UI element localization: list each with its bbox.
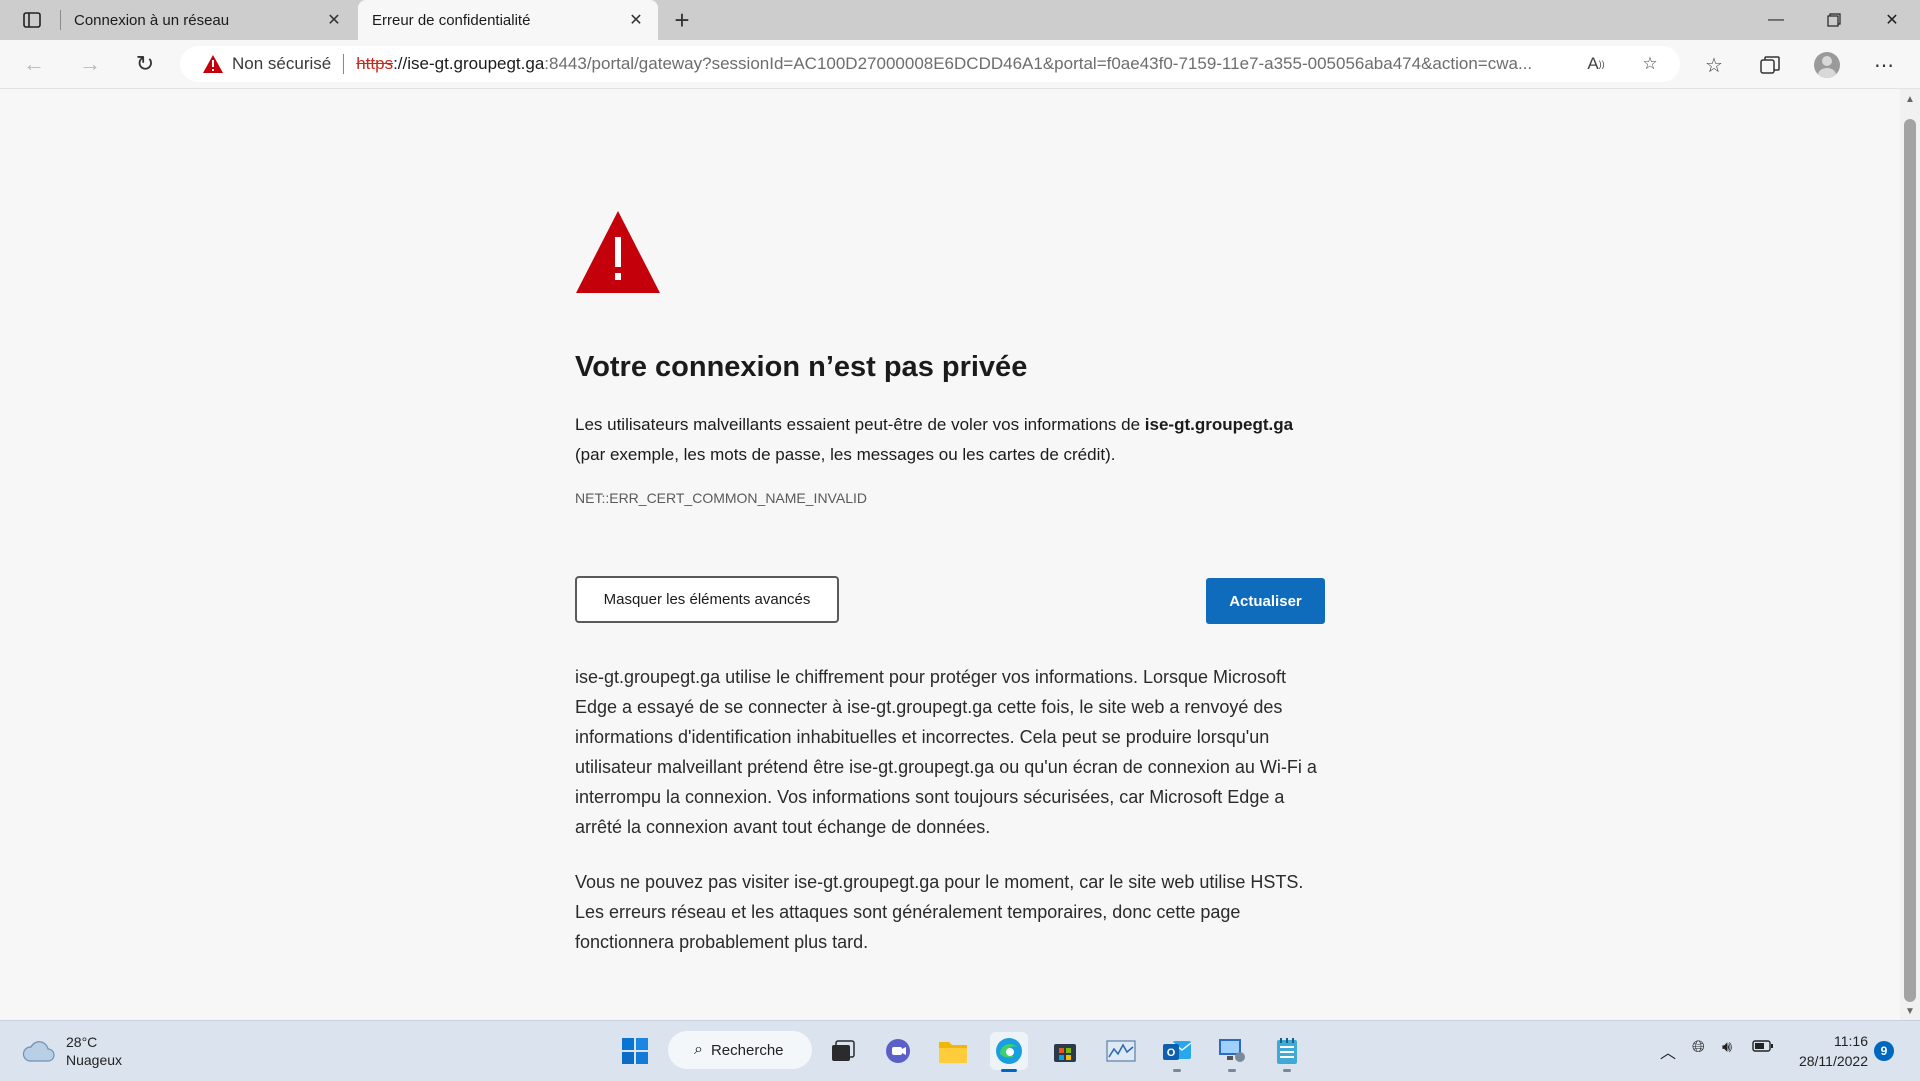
description-text: Les utilisateurs malveillants essaient p… (575, 415, 1145, 434)
page-content: Votre connexion n’est pas privée Les uti… (0, 89, 1900, 1020)
read-aloud-icon[interactable]: A)) (1584, 52, 1608, 76)
url-separator: :// (393, 54, 408, 73)
chat-icon[interactable] (879, 1032, 917, 1070)
tab-title: Erreur de confidentialité (372, 11, 531, 29)
chevron-up-icon[interactable]: ︿ (1660, 1039, 1676, 1063)
performance-monitor-icon[interactable] (1102, 1032, 1140, 1070)
tab-title: Connexion à un réseau (74, 11, 230, 29)
close-icon[interactable]: ✕ (626, 10, 646, 30)
notepad-icon[interactable] (1268, 1032, 1306, 1072)
url-text[interactable]: https://ise-gt.groupegt.ga:8443/portal/g… (356, 54, 1532, 74)
cloud-icon (22, 1041, 55, 1062)
minimize-icon[interactable]: — (1748, 0, 1804, 40)
weather-temp: 28°C (66, 1034, 98, 1050)
more-menu-icon[interactable]: ⋯ (1870, 52, 1898, 78)
search-icon: ⌕ (694, 1041, 703, 1058)
running-indicator (1283, 1069, 1291, 1072)
remote-desktop-icon[interactable] (1213, 1032, 1251, 1072)
add-favorite-icon[interactable]: ☆ (1638, 52, 1662, 76)
notification-badge[interactable]: 9 (1874, 1041, 1894, 1061)
globe-icon[interactable]: 🌐︎ (1692, 1039, 1705, 1057)
weather-widget[interactable]: 28°C Nuageux (22, 1033, 122, 1069)
edge-icon[interactable] (990, 1032, 1028, 1072)
tab-strip: Connexion à un réseau ✕ Erreur de confid… (0, 0, 1920, 40)
running-indicator (1173, 1069, 1181, 1072)
taskbar: 28°C Nuageux ⌕ Recherche O ︿ 🌐︎ 🔊︎ 11:16… (0, 1020, 1920, 1081)
restore-icon[interactable] (1806, 0, 1862, 40)
back-icon[interactable]: ← (16, 48, 52, 80)
profile-avatar[interactable] (1814, 52, 1840, 78)
advanced-details-paragraph: ise-gt.groupegt.ga utilise le chiffremen… (575, 667, 1317, 837)
new-tab-icon[interactable]: + (668, 5, 696, 35)
address-bar[interactable]: Non sécurisé https://ise-gt.groupegt.ga:… (180, 46, 1680, 82)
tab-erreur-confidentialite[interactable]: Erreur de confidentialité ✕ (358, 0, 658, 40)
close-icon[interactable]: ✕ (324, 10, 344, 30)
scrollbar-thumb[interactable] (1904, 119, 1916, 1002)
error-code[interactable]: NET::ERR_CERT_COMMON_NAME_INVALID (575, 490, 867, 506)
scrollbar[interactable]: ▲ ▼ (1900, 89, 1920, 1020)
description-text-end: (par exemple, les mots de passe, les mes… (575, 445, 1116, 464)
weather-desc: Nuageux (66, 1052, 123, 1068)
hsts-paragraph: Vous ne pouvez pas visiter ise-gt.groupe… (575, 872, 1304, 952)
refresh-button[interactable]: Actualiser (1206, 578, 1325, 624)
collections-icon[interactable] (1756, 52, 1784, 78)
battery-icon[interactable] (1752, 1039, 1774, 1058)
not-secure-label[interactable]: Non sécurisé (232, 54, 331, 74)
url-scheme: https (356, 54, 394, 73)
url-host: ise-gt.groupegt.ga (407, 54, 545, 73)
hide-advanced-button[interactable]: Masquer les éléments avancés (575, 576, 839, 623)
svg-text:O: O (1167, 1047, 1176, 1059)
browser-toolbar: ← → ↻ Non sécurisé https://ise-gt.groupe… (0, 40, 1920, 89)
close-window-icon[interactable]: ✕ (1864, 0, 1920, 40)
store-icon[interactable] (1046, 1032, 1084, 1070)
divider (343, 54, 345, 74)
forward-icon[interactable]: → (72, 48, 108, 80)
volume-icon[interactable]: 🔊︎ (1722, 1039, 1732, 1057)
large-warning-icon (576, 211, 660, 293)
search-label: Recherche (710, 1041, 784, 1059)
page-title: Votre connexion n’est pas privée (575, 351, 1028, 383)
site-host: ise-gt.groupegt.ga (1144, 415, 1294, 434)
task-view-icon[interactable] (824, 1032, 862, 1070)
running-indicator (1228, 1069, 1236, 1072)
active-indicator (1001, 1069, 1017, 1072)
warning-icon[interactable] (202, 54, 224, 74)
url-rest: :8443/portal/gateway?sessionId=AC100D270… (544, 54, 1533, 73)
warning-description: Les utilisateurs malveillants essaient p… (575, 410, 1327, 470)
start-icon[interactable] (616, 1032, 654, 1070)
favorites-icon[interactable]: ☆ (1700, 52, 1728, 78)
tab-connexion-reseau[interactable]: Connexion à un réseau ✕ (60, 0, 356, 40)
tab-actions-icon[interactable] (14, 8, 50, 32)
outlook-icon[interactable]: O (1158, 1032, 1196, 1072)
system-clock[interactable]: 11:16 28/11/2022 (1790, 1031, 1868, 1071)
refresh-icon[interactable]: ↻ (127, 48, 163, 80)
clock-date: 28/11/2022 (1798, 1053, 1868, 1069)
scroll-down-icon[interactable]: ▼ (1905, 1006, 1915, 1017)
taskbar-search[interactable]: ⌕ Recherche (668, 1031, 812, 1069)
file-explorer-icon[interactable] (934, 1032, 972, 1070)
scroll-up-icon[interactable]: ▲ (1905, 94, 1915, 105)
clock-time: 11:16 (1834, 1033, 1868, 1049)
